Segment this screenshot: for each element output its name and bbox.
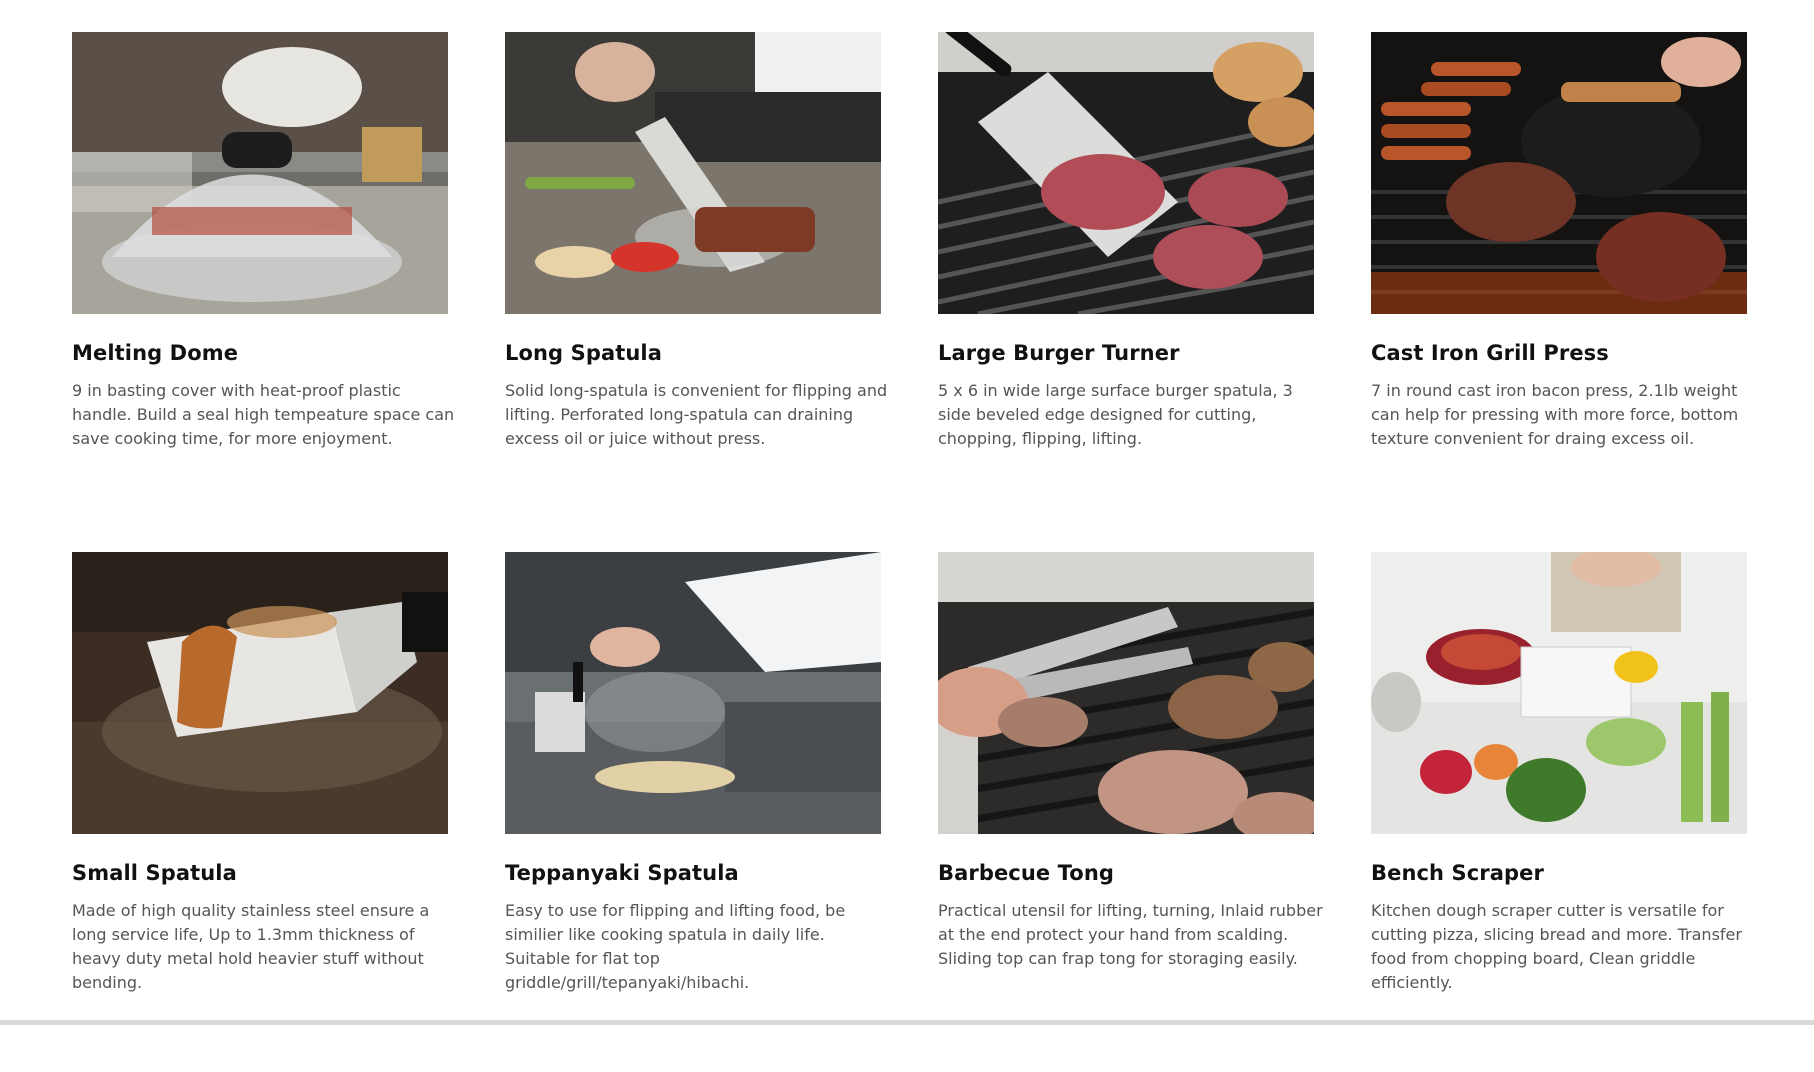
product-title: Teppanyaki Spatula: [505, 861, 739, 885]
teppanyaki-spatula-photo: [505, 552, 881, 834]
product-title: Barbecue Tong: [938, 861, 1115, 885]
product-title: Bench Scraper: [1371, 861, 1544, 885]
product-card-large-burger-turner: Large Burger Turner 5 x 6 in wide large …: [938, 32, 1314, 552]
product-feature-grid: Melting Dome 9 in basting cover with hea…: [72, 32, 1752, 1072]
product-card-barbecue-tong: Barbecue Tong Practical utensil for lift…: [938, 552, 1323, 1072]
product-description: Practical utensil for lifting, turning, …: [938, 901, 1323, 968]
product-description: Kitchen dough scraper cutter is versatil…: [1371, 901, 1742, 992]
bench-scraper-photo: [1371, 552, 1747, 834]
product-title: Melting Dome: [72, 341, 239, 365]
product-description: Easy to use for flipping and lifting foo…: [505, 901, 846, 992]
product-description: Made of high quality stainless steel ens…: [72, 901, 430, 992]
small-spatula-photo: [72, 552, 448, 834]
product-title: Small Spatula: [72, 861, 237, 885]
product-card-bench-scraper: Bench Scraper Kitchen dough scraper cutt…: [1371, 552, 1747, 1072]
barbecue-tong-photo: [938, 552, 1314, 834]
product-card-small-spatula: Small Spatula Made of high quality stain…: [72, 552, 448, 1072]
product-description: 7 in round cast iron bacon press, 2.1lb …: [1371, 381, 1739, 448]
product-card-long-spatula: Long Spatula Solid long-spatula is conve…: [505, 32, 887, 552]
product-description: Solid long-spatula is convenient for fli…: [505, 381, 888, 448]
melting-dome-photo: [72, 32, 448, 314]
product-description: 5 x 6 in wide large surface burger spatu…: [938, 381, 1293, 448]
product-title: Long Spatula: [505, 341, 662, 365]
product-description: 9 in basting cover with heat-proof plast…: [72, 381, 455, 448]
grill-press-photo: [1371, 32, 1747, 314]
product-title: Cast Iron Grill Press: [1371, 341, 1609, 365]
product-card-melting-dome: Melting Dome 9 in basting cover with hea…: [72, 32, 454, 552]
product-card-cast-iron-grill-press: Cast Iron Grill Press 7 in round cast ir…: [1371, 32, 1747, 552]
burger-turner-photo: [938, 32, 1314, 314]
product-title: Large Burger Turner: [938, 341, 1180, 365]
product-card-teppanyaki-spatula: Teppanyaki Spatula Easy to use for flipp…: [505, 552, 881, 1072]
long-spatula-photo: [505, 32, 881, 314]
page-bottom-divider: [0, 1020, 1814, 1025]
